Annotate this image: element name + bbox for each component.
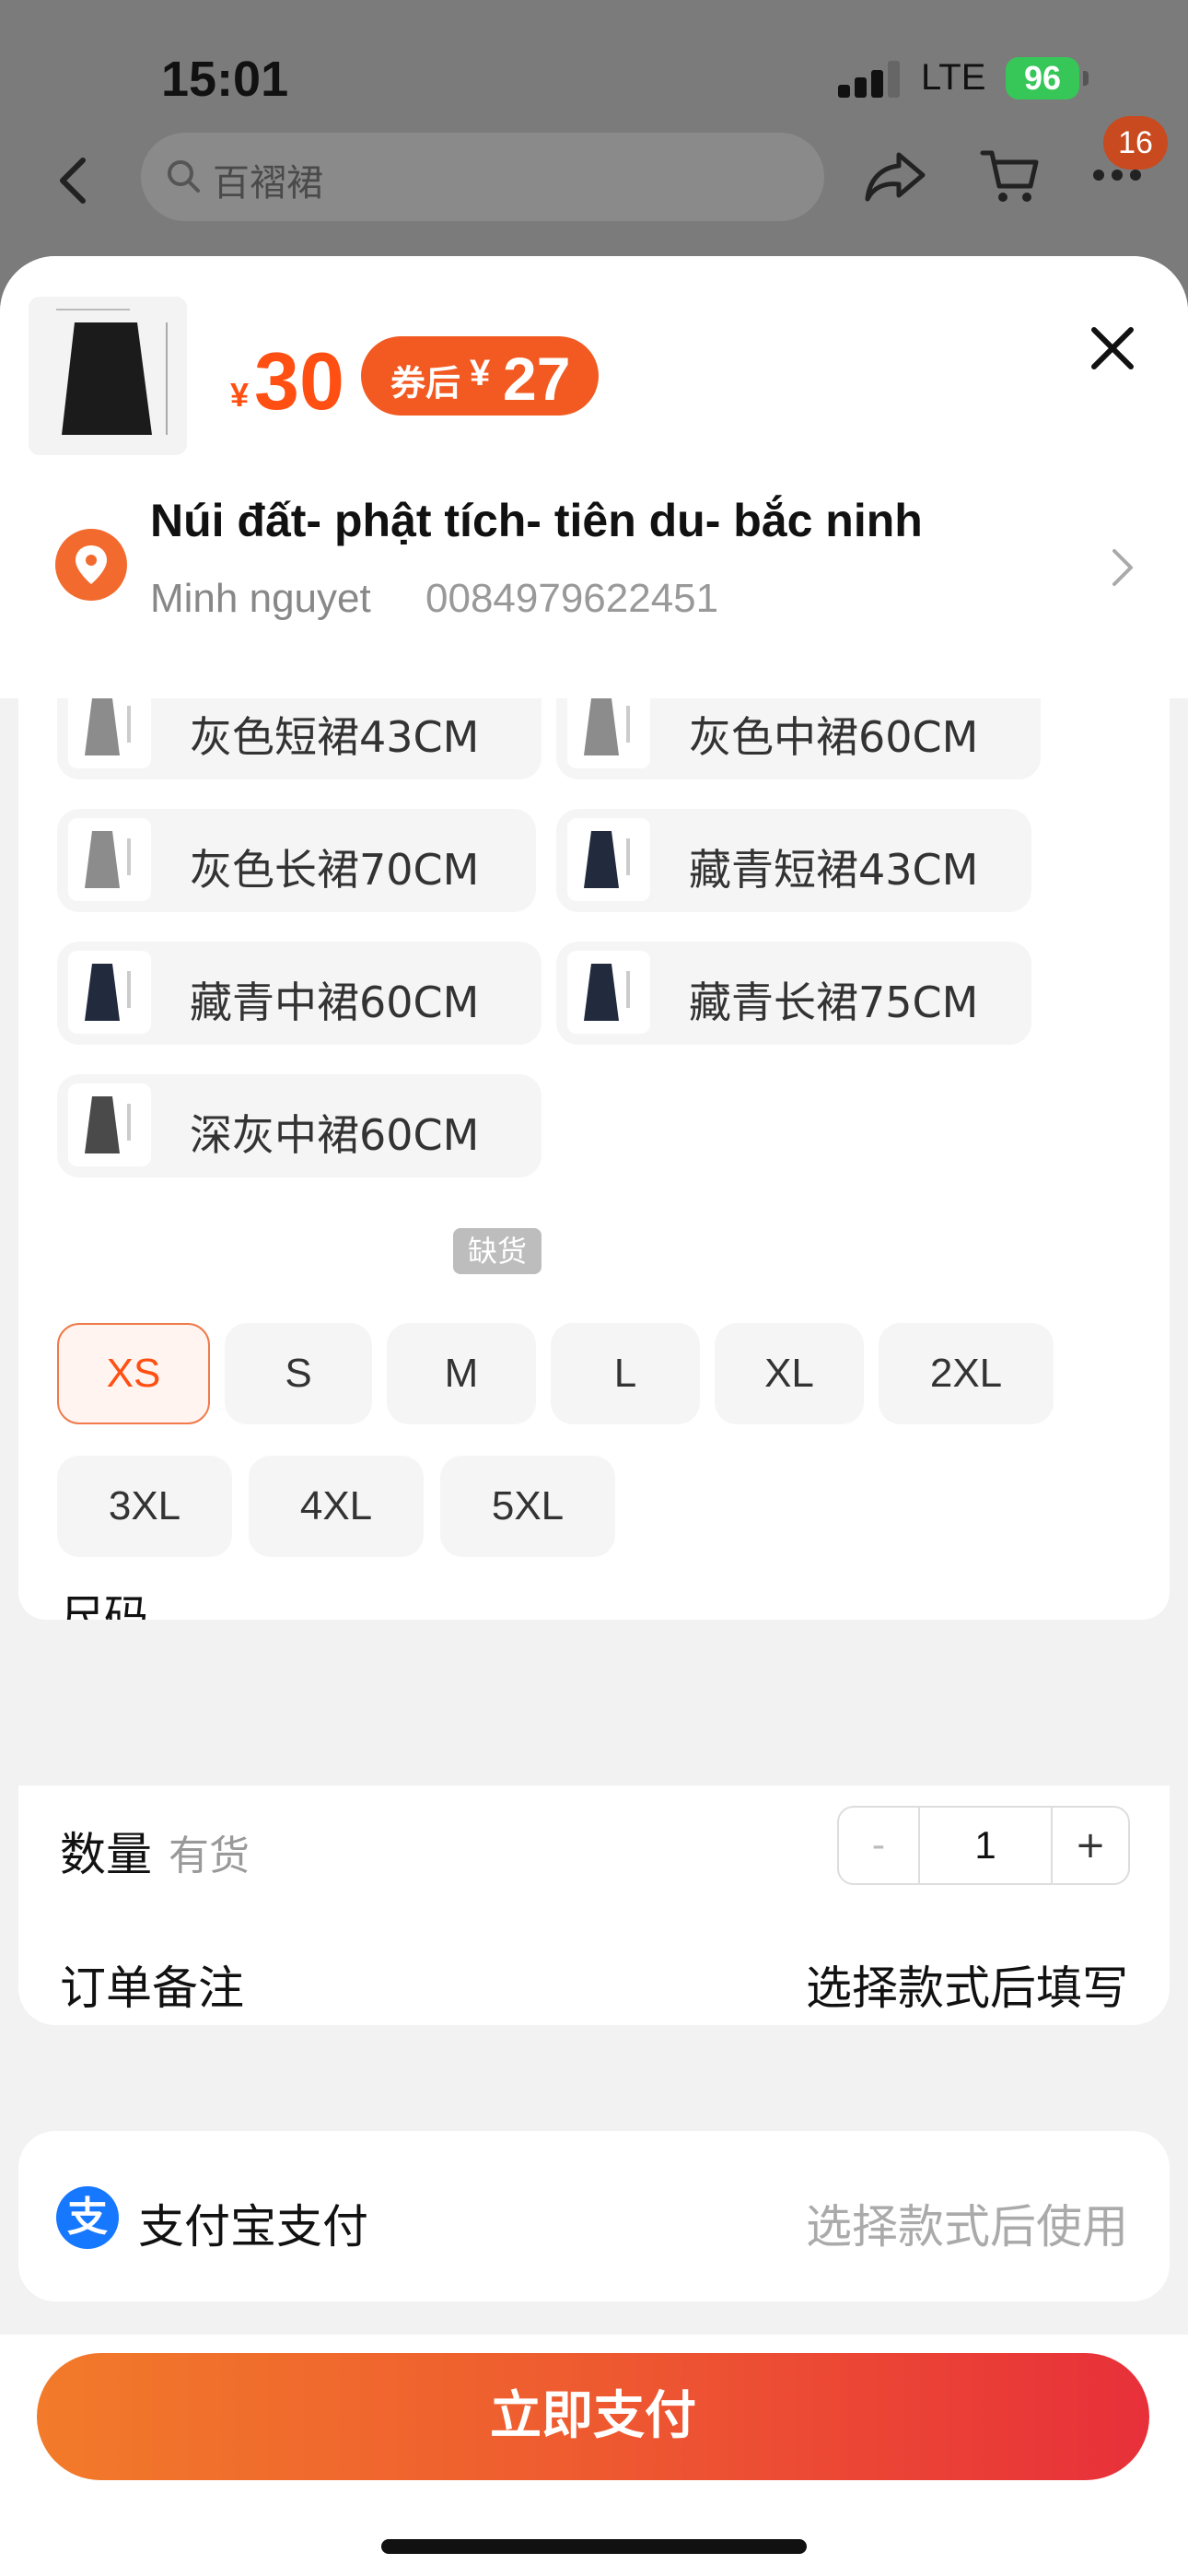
recipient-phone: 0084979622451: [425, 576, 719, 621]
color-option-thumbnail: [68, 698, 151, 768]
color-option[interactable]: 灰色中裙60CM: [556, 698, 1041, 779]
order-note-label: 订单备注: [60, 1961, 244, 2015]
network-type: LTE: [921, 57, 986, 98]
close-icon[interactable]: [1087, 322, 1138, 374]
color-option-thumbnail: [68, 818, 151, 901]
search-input[interactable]: 百褶裙: [141, 133, 824, 221]
options-panel: 黑色中裙60CM黑色长裙75CM灰色短裙43CM灰色中裙60CM灰色长裙70CM…: [18, 698, 1170, 1620]
back-icon[interactable]: [53, 153, 94, 208]
home-indicator: [381, 2539, 807, 2554]
size-option-5xl[interactable]: 5XL: [440, 1456, 615, 1557]
color-option[interactable]: 灰色长裙70CM: [57, 809, 536, 912]
quantity-stepper[interactable]: - 1 +: [837, 1806, 1130, 1885]
color-option-label: 灰色中裙60CM: [689, 712, 979, 762]
size-option-l[interactable]: L: [551, 1323, 700, 1424]
coupon-currency: ¥: [470, 353, 491, 393]
color-option-label: 藏青长裙75CM: [689, 978, 979, 1027]
battery-icon: 96: [1006, 57, 1079, 100]
coupon-label: 券后: [390, 363, 461, 404]
payment-method-row[interactable]: 支 支付宝支付 选择款式后使用: [18, 2131, 1170, 2301]
color-option-thumbnail: [68, 951, 151, 1034]
decrease-button[interactable]: -: [839, 1808, 920, 1883]
color-option[interactable]: 深灰中裙60CM: [57, 1074, 542, 1177]
quantity-value[interactable]: 1: [920, 1808, 1053, 1883]
search-text: 百褶裙: [213, 162, 323, 205]
color-option-label: 深灰中裙60CM: [190, 1110, 480, 1160]
location-pin-icon: [55, 529, 127, 601]
size-option-xl[interactable]: XL: [715, 1323, 864, 1424]
color-option[interactable]: 藏青长裙75CM: [556, 942, 1031, 1045]
sku-selector-sheet: ¥ 30 券后 ¥ 27 Núi đất- phật tích- tiên du…: [0, 256, 1188, 2576]
signal-icon: [838, 61, 903, 98]
size-option-4xl[interactable]: 4XL: [249, 1456, 424, 1557]
color-option-thumbnail: [68, 1083, 151, 1166]
coupon-price: 27: [503, 345, 571, 413]
stock-status: 有货: [169, 1832, 250, 1879]
size-option-2xl[interactable]: 2XL: [879, 1323, 1054, 1424]
top-nav: 百褶裙 16: [0, 116, 1188, 230]
chevron-right-icon[interactable]: [1109, 547, 1136, 588]
size-section-title: 尺码: [60, 1591, 149, 1620]
color-option[interactable]: 藏青中裙60CM: [57, 942, 542, 1045]
pay-now-button[interactable]: 立即支付: [37, 2353, 1149, 2480]
color-option-label: 灰色长裙70CM: [190, 845, 480, 895]
color-option-label: 藏青中裙60CM: [190, 978, 480, 1027]
color-option-thumbnail: [567, 698, 650, 768]
size-option-3xl[interactable]: 3XL: [57, 1456, 232, 1557]
search-icon: [168, 160, 200, 193]
color-option-label: 藏青短裙43CM: [689, 845, 979, 895]
share-icon[interactable]: [864, 149, 926, 205]
coupon-price-badge: 券后 ¥ 27: [361, 336, 599, 416]
size-option-xs[interactable]: XS: [57, 1323, 210, 1424]
alipay-icon: 支: [56, 2186, 119, 2249]
out-of-stock-tag: 缺货: [453, 1228, 542, 1274]
payment-method-label: 支付宝支付: [138, 2200, 368, 2254]
battery-tip: [1083, 71, 1089, 86]
order-note-field[interactable]: 选择款式后填写: [806, 1951, 1128, 2018]
price-currency: ¥: [230, 376, 250, 414]
quantity-section: 数量 有货 - 1 + 订单备注 选择款式后填写: [18, 1786, 1170, 2025]
status-time: 15:01: [161, 52, 289, 107]
color-option[interactable]: 藏青短裙43CM: [556, 809, 1031, 912]
size-option-s[interactable]: S: [225, 1323, 372, 1424]
payment-hint: 选择款式后使用: [806, 2200, 1128, 2254]
cart-count-badge: 16: [1103, 116, 1168, 170]
product-thumbnail[interactable]: [29, 297, 187, 455]
recipient-name: Minh nguyet: [150, 576, 371, 621]
quantity-label: 数量: [60, 1828, 152, 1881]
increase-button[interactable]: +: [1053, 1808, 1128, 1883]
color-option-thumbnail: [567, 951, 650, 1034]
product-summary: ¥ 30 券后 ¥ 27 Núi đất- phật tích- tiên du…: [0, 256, 1188, 698]
cart-icon[interactable]: [979, 147, 1040, 206]
color-option[interactable]: 灰色短裙43CM: [57, 698, 542, 779]
price-value: 30: [254, 335, 344, 427]
size-option-m[interactable]: M: [387, 1323, 536, 1424]
color-option-label: 灰色短裙43CM: [190, 712, 480, 762]
color-option-thumbnail: [567, 818, 650, 901]
address-line[interactable]: Núi đất- phật tích- tiên du- bắc ninh: [150, 494, 923, 547]
